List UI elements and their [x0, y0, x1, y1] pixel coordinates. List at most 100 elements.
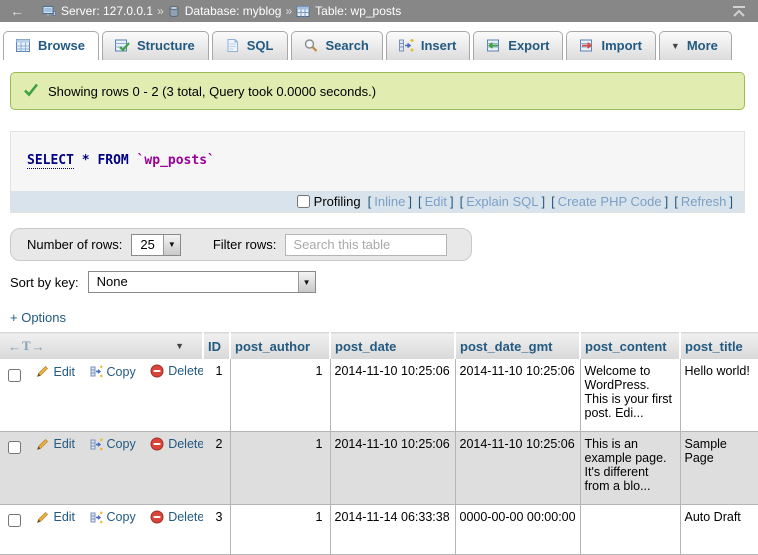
- explain-sql-link[interactable]: Explain SQL: [466, 194, 538, 209]
- rows-filter-bar: Number of rows: 25 ▼ Filter rows:: [10, 228, 472, 261]
- tab-more[interactable]: ▼ More: [659, 31, 732, 60]
- bracket: ]: [665, 194, 669, 209]
- copy-label: Copy: [107, 510, 136, 524]
- row-checkbox[interactable]: [8, 441, 21, 454]
- move-left-icon[interactable]: ←: [8, 339, 21, 354]
- breadcrumb-database[interactable]: Database: myblog: [168, 4, 282, 18]
- tab-insert-label: Insert: [421, 38, 456, 53]
- success-check-icon: [23, 83, 39, 100]
- cell-post-content: This is an example page. It's different …: [580, 431, 680, 504]
- column-header-post-author[interactable]: post_author: [230, 333, 330, 360]
- edit-label: Edit: [53, 510, 75, 524]
- query-footer: Profiling [ Inline ] [ Edit ] [ Explain …: [11, 191, 744, 212]
- results-table: ← T → ▼ ID post_author post_date post_da…: [0, 332, 758, 555]
- tab-sql[interactable]: SQL: [212, 31, 288, 60]
- select-dropdown-icon: ▼: [298, 272, 315, 292]
- delete-icon: [150, 364, 164, 378]
- inline-link[interactable]: Inline: [374, 194, 405, 209]
- collapse-console-icon[interactable]: [730, 5, 748, 18]
- filter-rows-input[interactable]: [285, 234, 447, 256]
- sql-star: *: [82, 153, 90, 168]
- tab-more-label: More: [687, 38, 718, 53]
- sql-icon: [224, 38, 240, 53]
- column-move-header: ← T → ▼: [0, 333, 203, 360]
- sort-row: Sort by key: None ▼: [10, 271, 758, 293]
- cell-post-date: 2014-11-10 10:25:06: [330, 359, 455, 431]
- nav-panel-back-icon[interactable]: ←: [10, 3, 24, 19]
- number-of-rows-select[interactable]: 25 ▼: [131, 234, 180, 256]
- cell-post-date-gmt: 2014-11-10 10:25:06: [455, 431, 580, 504]
- cell-post-date-gmt: 0000-00-00 00:00:00: [455, 504, 580, 554]
- pencil-icon: [36, 365, 49, 378]
- results-header-row: ← T → ▼ ID post_author post_date post_da…: [0, 333, 758, 360]
- tab-export[interactable]: Export: [473, 31, 563, 60]
- column-header-post-date[interactable]: post_date: [330, 333, 455, 360]
- bracket: ]: [450, 194, 454, 209]
- row-checkbox[interactable]: [8, 514, 21, 527]
- delete-icon: [150, 437, 164, 451]
- options-toggle[interactable]: + Options: [10, 310, 758, 325]
- tab-browse-label: Browse: [38, 38, 85, 53]
- tab-export-label: Export: [508, 38, 549, 53]
- structure-icon: [114, 38, 130, 53]
- column-header-post-content[interactable]: post_content: [580, 333, 680, 360]
- edit-label: Edit: [53, 365, 75, 379]
- delete-label: Delete: [168, 364, 203, 378]
- delete-label: Delete: [168, 437, 203, 451]
- sql-table-ref: `wp_posts`: [137, 153, 215, 168]
- export-icon: [485, 38, 501, 53]
- edit-link[interactable]: Edit: [36, 510, 75, 524]
- breadcrumb-bar: ← Server: 127.0.0.1 » Database: myblog »…: [0, 0, 758, 22]
- success-message: Showing rows 0 - 2 (3 total, Query took …: [10, 72, 745, 110]
- edit-link[interactable]: Edit: [36, 365, 75, 379]
- copy-link[interactable]: Copy: [90, 437, 136, 451]
- copy-link[interactable]: Copy: [90, 510, 136, 524]
- sort-by-key-value: None: [89, 272, 298, 292]
- tab-structure[interactable]: Structure: [102, 31, 209, 60]
- bracket: ]: [542, 194, 546, 209]
- delete-link[interactable]: Delete: [150, 437, 203, 451]
- tab-import[interactable]: Import: [566, 31, 655, 60]
- refresh-link[interactable]: Refresh: [681, 194, 727, 209]
- create-php-code-link[interactable]: Create PHP Code: [558, 194, 662, 209]
- row-checkbox[interactable]: [8, 369, 21, 382]
- column-header-post-title[interactable]: post_title: [680, 333, 758, 360]
- copy-link[interactable]: Copy: [90, 365, 136, 379]
- breadcrumb-table[interactable]: Table: wp_posts: [296, 4, 401, 18]
- cell-id: 3: [203, 504, 230, 554]
- delete-icon: [150, 510, 164, 524]
- tab-insert[interactable]: Insert: [386, 31, 470, 60]
- number-of-rows-value: 25: [132, 235, 162, 255]
- cell-id: 2: [203, 431, 230, 504]
- breadcrumb-server-label: Server: 127.0.0.1: [61, 4, 153, 18]
- success-message-text: Showing rows 0 - 2 (3 total, Query took …: [48, 84, 376, 99]
- tab-search[interactable]: Search: [291, 31, 383, 60]
- move-right-icon[interactable]: →: [32, 339, 45, 354]
- server-icon: [42, 5, 56, 18]
- search-icon: [303, 38, 319, 53]
- cell-post-title: Hello world!: [680, 359, 758, 431]
- delete-link[interactable]: Delete: [150, 510, 203, 524]
- insert-icon: [398, 38, 414, 53]
- chevron-down-icon: ▼: [671, 41, 680, 51]
- column-header-id[interactable]: ID: [203, 333, 230, 360]
- copy-icon: [90, 438, 103, 451]
- filter-rows-label: Filter rows:: [213, 237, 277, 252]
- breadcrumb-database-label: Database: myblog: [185, 4, 282, 18]
- cell-post-title: Auto Draft: [680, 504, 758, 554]
- edit-query-link[interactable]: Edit: [425, 194, 447, 209]
- bracket: [: [368, 194, 372, 209]
- header-dropdown-icon[interactable]: ▼: [175, 341, 184, 351]
- breadcrumb-server[interactable]: Server: 127.0.0.1: [42, 4, 153, 18]
- edit-link[interactable]: Edit: [36, 437, 75, 451]
- copy-label: Copy: [107, 437, 136, 451]
- delete-link[interactable]: Delete: [150, 364, 203, 378]
- sql-keyword-select[interactable]: SELECT: [27, 153, 74, 169]
- column-header-post-date-gmt[interactable]: post_date_gmt: [455, 333, 580, 360]
- cell-post-date: 2014-11-14 06:33:38: [330, 504, 455, 554]
- profiling-checkbox[interactable]: [297, 195, 310, 208]
- tab-browse[interactable]: Browse: [3, 31, 99, 60]
- sort-by-key-label: Sort by key:: [10, 275, 79, 290]
- sort-by-key-select[interactable]: None ▼: [88, 271, 316, 293]
- cell-post-content: Welcome to WordPress. This is your first…: [580, 359, 680, 431]
